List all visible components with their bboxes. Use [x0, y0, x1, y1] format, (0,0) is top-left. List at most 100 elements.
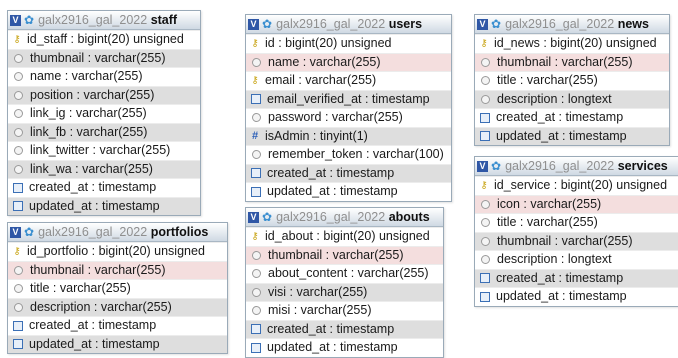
column-row[interactable]: thumbnail : varchar(255)	[246, 245, 443, 264]
column-row[interactable]: updated_at : timestamp	[475, 287, 678, 306]
database-name: galx2916_gal_2022	[38, 13, 148, 27]
column-row[interactable]: updated_at : timestamp	[475, 126, 669, 145]
table-card-services[interactable]: V ✿ galx2916_gal_2022 services ⚷ id_service …	[474, 156, 678, 307]
checkbox-icon[interactable]: V	[248, 211, 259, 223]
gear-icon[interactable]: ✿	[24, 14, 34, 26]
column-icon	[14, 265, 23, 275]
column-row[interactable]: ⚷ id_staff : bigint(20) unsigned	[8, 30, 200, 49]
gear-icon[interactable]: ✿	[262, 18, 272, 30]
column-icon	[481, 94, 490, 104]
table-header[interactable]: V ✿ galx2916_gal_2022 abouts	[246, 208, 443, 227]
column-row[interactable]: thumbnail : varchar(255)	[8, 260, 227, 279]
column-label: created_at : timestamp	[267, 165, 395, 180]
column-row[interactable]: created_at : timestamp	[246, 319, 443, 338]
column-row[interactable]: created_at : timestamp	[475, 268, 678, 287]
column-row[interactable]: ⚷ id_news : bigint(20) unsigned	[475, 34, 669, 53]
column-row[interactable]: name : varchar(255)	[246, 52, 451, 71]
column-icon	[481, 218, 490, 228]
column-row[interactable]: # isAdmin : tinyint(1)	[246, 126, 451, 145]
column-label: created_at : timestamp	[29, 180, 157, 194]
column-row[interactable]: description : longtext	[475, 250, 678, 269]
key-icon: ⚷	[251, 37, 259, 49]
column-row[interactable]: description : longtext	[475, 89, 669, 108]
column-icon	[14, 302, 23, 312]
table-header[interactable]: V ✿ galx2916_gal_2022 services	[475, 157, 678, 176]
checkbox-icon[interactable]: V	[248, 18, 259, 30]
column-icon	[481, 57, 490, 67]
timestamp-icon	[480, 112, 490, 123]
column-row[interactable]: created_at : timestamp	[246, 163, 451, 182]
column-icon	[14, 146, 23, 156]
column-row[interactable]: ⚷ email : varchar(255)	[246, 71, 451, 90]
column-row[interactable]: title : varchar(255)	[475, 71, 669, 90]
column-row[interactable]: ⚷ id_service : bigint(20) unsigned	[475, 176, 678, 195]
table-card-news[interactable]: V ✿ galx2916_gal_2022 news ⚷ id_news : bigin…	[474, 14, 670, 146]
checkbox-icon[interactable]: V	[10, 226, 21, 238]
column-icon	[481, 199, 490, 209]
checkbox-icon[interactable]: V	[477, 160, 488, 172]
table-header[interactable]: V ✿ galx2916_gal_2022 users	[246, 15, 451, 34]
column-row[interactable]: ⚷ id_about : bigint(20) unsigned	[246, 227, 443, 246]
column-label: about_content : varchar(255)	[268, 266, 429, 280]
column-row[interactable]: name : varchar(255)	[8, 67, 200, 86]
column-row[interactable]: ⚷ id_portfolio : bigint(20) unsigned	[8, 242, 227, 261]
table-card-abouts[interactable]: V ✿ galx2916_gal_2022 abouts ⚷ id_about : bi…	[245, 207, 444, 358]
timestamp-icon	[480, 291, 490, 302]
key-icon: ⚷	[251, 74, 259, 86]
column-row[interactable]: description : varchar(255)	[8, 297, 227, 316]
column-label: link_twitter : varchar(255)	[30, 143, 171, 157]
table-card-staff[interactable]: V ✿ galx2916_gal_2022 staff ⚷ id_staff : big…	[7, 10, 201, 216]
column-row[interactable]: link_wa : varchar(255)	[8, 159, 200, 178]
gear-icon[interactable]: ✿	[24, 226, 34, 238]
column-row[interactable]: title : varchar(255)	[475, 213, 678, 232]
column-row[interactable]: thumbnail : varchar(255)	[475, 231, 678, 250]
gear-icon[interactable]: ✿	[262, 211, 272, 223]
column-row[interactable]: ⚷ id : bigint(20) unsigned	[246, 34, 451, 53]
column-row[interactable]: updated_at : timestamp	[246, 182, 451, 201]
column-label: misi : varchar(255)	[268, 303, 372, 317]
column-row[interactable]: updated_at : timestamp	[8, 196, 200, 215]
column-row[interactable]: link_fb : varchar(255)	[8, 122, 200, 141]
column-row[interactable]: link_twitter : varchar(255)	[8, 141, 200, 160]
table-header[interactable]: V ✿ galx2916_gal_2022 news	[475, 15, 669, 34]
gear-icon[interactable]: ✿	[491, 18, 501, 30]
column-row[interactable]: about_content : varchar(255)	[246, 264, 443, 283]
timestamp-icon	[480, 273, 490, 284]
column-label: thumbnail : varchar(255)	[268, 247, 404, 262]
column-row[interactable]: position : varchar(255)	[8, 85, 200, 104]
gear-icon[interactable]: ✿	[491, 160, 501, 172]
column-row[interactable]: created_at : timestamp	[8, 316, 227, 335]
column-label: description : varchar(255)	[30, 299, 172, 314]
column-row[interactable]: password : varchar(255)	[246, 108, 451, 127]
column-row[interactable]: created_at : timestamp	[8, 178, 200, 197]
column-row[interactable]: thumbnail : varchar(255)	[8, 48, 200, 67]
column-label: id_staff : bigint(20) unsigned	[27, 32, 184, 46]
column-row[interactable]: remember_token : varchar(100)	[246, 145, 451, 164]
column-row[interactable]: icon : varchar(255)	[475, 194, 678, 213]
column-row[interactable]: updated_at : timestamp	[8, 334, 227, 353]
database-name: galx2916_gal_2022	[505, 17, 615, 31]
column-row[interactable]: title : varchar(255)	[8, 279, 227, 298]
column-label: link_ig : varchar(255)	[30, 106, 147, 120]
table-card-users[interactable]: V ✿ galx2916_gal_2022 users ⚷ id : bigint(20…	[245, 14, 452, 202]
column-icon	[252, 113, 261, 123]
table-header[interactable]: V ✿ galx2916_gal_2022 portfolios	[8, 223, 227, 242]
column-icon	[14, 164, 23, 174]
checkbox-icon[interactable]: V	[477, 18, 488, 30]
column-row[interactable]: link_ig : varchar(255)	[8, 104, 200, 123]
column-row[interactable]: email_verified_at : timestamp	[246, 89, 451, 108]
column-row[interactable]: thumbnail : varchar(255)	[475, 52, 669, 71]
column-row[interactable]: created_at : timestamp	[475, 108, 669, 127]
column-label: created_at : timestamp	[496, 270, 624, 285]
timestamp-icon	[13, 339, 23, 350]
table-name: abouts	[388, 210, 430, 224]
table-card-portfolios[interactable]: V ✿ galx2916_gal_2022 portfolios ⚷ id_portfo…	[7, 222, 228, 354]
checkbox-icon[interactable]: V	[10, 14, 21, 26]
table-header[interactable]: V ✿ galx2916_gal_2022 staff	[8, 11, 200, 30]
column-icon	[481, 236, 490, 246]
column-label: id_about : bigint(20) unsigned	[265, 229, 430, 243]
column-row[interactable]: misi : varchar(255)	[246, 301, 443, 320]
column-row[interactable]: visi : varchar(255)	[246, 282, 443, 301]
column-row[interactable]: updated_at : timestamp	[246, 338, 443, 357]
column-icon	[14, 53, 23, 63]
